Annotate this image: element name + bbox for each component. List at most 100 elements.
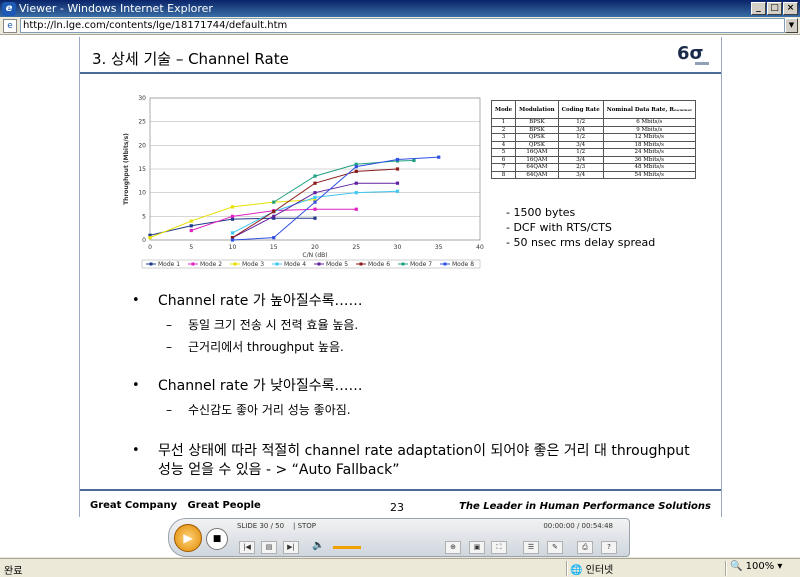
slide-list-button[interactable]: ▤ <box>261 541 277 554</box>
play-button[interactable]: ▶ <box>174 524 202 552</box>
next-slide-button[interactable]: ▶| <box>283 541 299 554</box>
zoom-level[interactable]: 🔍 100% ▾ <box>730 561 782 572</box>
bullet-item: • 무선 상태에 따라 적절히 channel rate adaptation이… <box>132 442 698 480</box>
table-cell: 1/2 <box>557 133 604 142</box>
data-point <box>395 167 400 171</box>
table-cell: 64QAM <box>515 170 559 179</box>
data-point <box>412 158 416 163</box>
table-cell: 16QAM <box>515 148 559 157</box>
page-viewport: 3. 상세 기술 – Channel Rate 6σ 0 5 10 15 20 25 30 0… <box>0 35 800 557</box>
window-titlebar: e Viewer - Windows Internet Explorer _ □… <box>0 0 800 17</box>
security-zone: 🌐 인터넷 <box>570 565 614 576</box>
table-cell: 1 <box>490 118 517 127</box>
legend-marker <box>233 262 237 266</box>
status-text: 완료 <box>4 566 23 577</box>
table-cell: 18 Mbits/s <box>602 140 696 149</box>
y-tick-label: 25 <box>138 119 146 126</box>
sub-text: 근거리에서 throughput 높음. <box>188 340 344 354</box>
legend-label: Mode 7 <box>410 261 432 268</box>
sub-item: – 동일 크기 전송 시 전력 효율 높음. <box>166 318 359 332</box>
y-tick-label: 5 <box>142 213 146 220</box>
legend-label: Mode 8 <box>452 261 474 268</box>
volume-icon[interactable]: 🔈 <box>312 540 324 551</box>
table-cell: 2 <box>490 125 517 134</box>
x-tick-label: 30 <box>394 244 402 251</box>
zoom-in-icon[interactable]: ⊕ <box>445 541 461 554</box>
window-title: Viewer - Windows Internet Explorer <box>19 2 213 15</box>
stop-button[interactable]: ■ <box>206 528 228 550</box>
y-tick-label: 15 <box>138 166 146 173</box>
table-cell: 1/2 <box>557 118 604 127</box>
data-point <box>313 207 317 211</box>
data-point <box>230 214 235 218</box>
legend-label: Mode 4 <box>284 261 306 268</box>
notes-icon[interactable]: ✎ <box>547 541 563 554</box>
volume-slider[interactable] <box>333 546 361 549</box>
sub-text: 수신감도 좋아 거리 성능 좋아짐. <box>188 403 351 417</box>
data-point <box>354 207 358 211</box>
x-tick-label: 10 <box>229 244 237 251</box>
data-point <box>395 157 400 162</box>
data-point <box>313 181 317 185</box>
table-row: 5 16QAM 1/2 24 Mbits/s <box>490 148 696 157</box>
table-row: 8 64QAM 3/4 54 Mbits/s <box>490 170 696 179</box>
y-axis-label: Throughput (Mbits/s) <box>123 133 130 205</box>
table-cell: 54 Mbits/s <box>602 170 696 179</box>
x-tick-label: 0 <box>148 244 152 251</box>
data-point <box>272 200 276 204</box>
help-icon[interactable]: ? <box>601 541 617 554</box>
table-cell: 3/4 <box>557 125 604 134</box>
table-cell: 3/4 <box>557 170 604 179</box>
throughput-chart: 0 5 10 15 20 25 30 0 5 10 15 20 25 30 35 40 C/N (dB) Thro… <box>123 95 484 269</box>
legend-label: Mode 1 <box>158 261 180 268</box>
table-cell: 6 <box>490 155 517 164</box>
note-line: - DCF with RTS/CTS <box>506 221 612 234</box>
table-cell: 4 <box>490 140 517 149</box>
slide-title: 3. 상세 기술 – Channel Rate <box>92 50 289 68</box>
fit-screen-icon[interactable]: ▣ <box>469 541 485 554</box>
legend-label: Mode 3 <box>242 261 264 268</box>
legend-marker <box>149 262 153 266</box>
table-row: 3 QPSK 1/2 12 Mbits/s <box>490 133 696 142</box>
table-cell: QPSK <box>515 140 559 149</box>
data-point <box>189 224 193 228</box>
data-point <box>354 191 358 195</box>
table-cell: 36 Mbits/s <box>602 155 696 164</box>
legend-marker <box>317 262 321 266</box>
outline-icon[interactable]: ☰ <box>523 541 539 554</box>
data-point <box>313 216 317 220</box>
minimize-button[interactable]: _ <box>751 2 766 15</box>
legend-marker <box>191 262 195 266</box>
playback-time: 00:00:00 / 00:54:48 <box>543 522 613 530</box>
table-cell: 48 Mbits/s <box>602 163 696 172</box>
table-row: 6 16QAM 3/4 36 Mbits/s <box>490 155 696 164</box>
footer-tagline: The Leader in Human Performance Solution… <box>459 501 711 512</box>
status-bar: 완료 🌐 인터넷 🔍 100% ▾ <box>0 558 800 577</box>
table-cell: 3 <box>490 133 517 142</box>
close-button[interactable]: × <box>783 2 798 15</box>
sub-item: – 근거리에서 throughput 높음. <box>166 340 344 354</box>
table-cell: QPSK <box>515 133 559 142</box>
table-cell: 12 Mbits/s <box>602 133 696 142</box>
url-dropdown-button[interactable]: ▼ <box>785 18 798 33</box>
title-divider <box>80 72 721 74</box>
x-tick-label: 25 <box>352 244 360 251</box>
data-point <box>189 228 193 233</box>
table-row: 7 64QAM 2/3 48 Mbits/s <box>490 163 696 172</box>
data-point <box>230 231 235 235</box>
maximize-button[interactable]: □ <box>767 2 782 15</box>
footer-divider <box>80 489 721 491</box>
table-cell: 8 <box>490 170 517 179</box>
data-point <box>313 174 317 178</box>
data-point <box>395 189 400 193</box>
url-field[interactable]: http://ln.lge.com/contents/lge/18171744/… <box>20 18 785 33</box>
data-point <box>272 236 276 240</box>
data-point <box>230 217 235 221</box>
table-cell: 3/4 <box>557 140 604 149</box>
print-icon[interactable]: ⎙ <box>577 541 593 554</box>
first-slide-button[interactable]: |◀ <box>239 541 255 554</box>
x-tick-label: 20 <box>311 244 319 251</box>
note-line: - 1500 bytes <box>506 206 576 219</box>
fullscreen-icon[interactable]: ⛶ <box>491 541 507 554</box>
ie-icon: e <box>2 1 16 16</box>
